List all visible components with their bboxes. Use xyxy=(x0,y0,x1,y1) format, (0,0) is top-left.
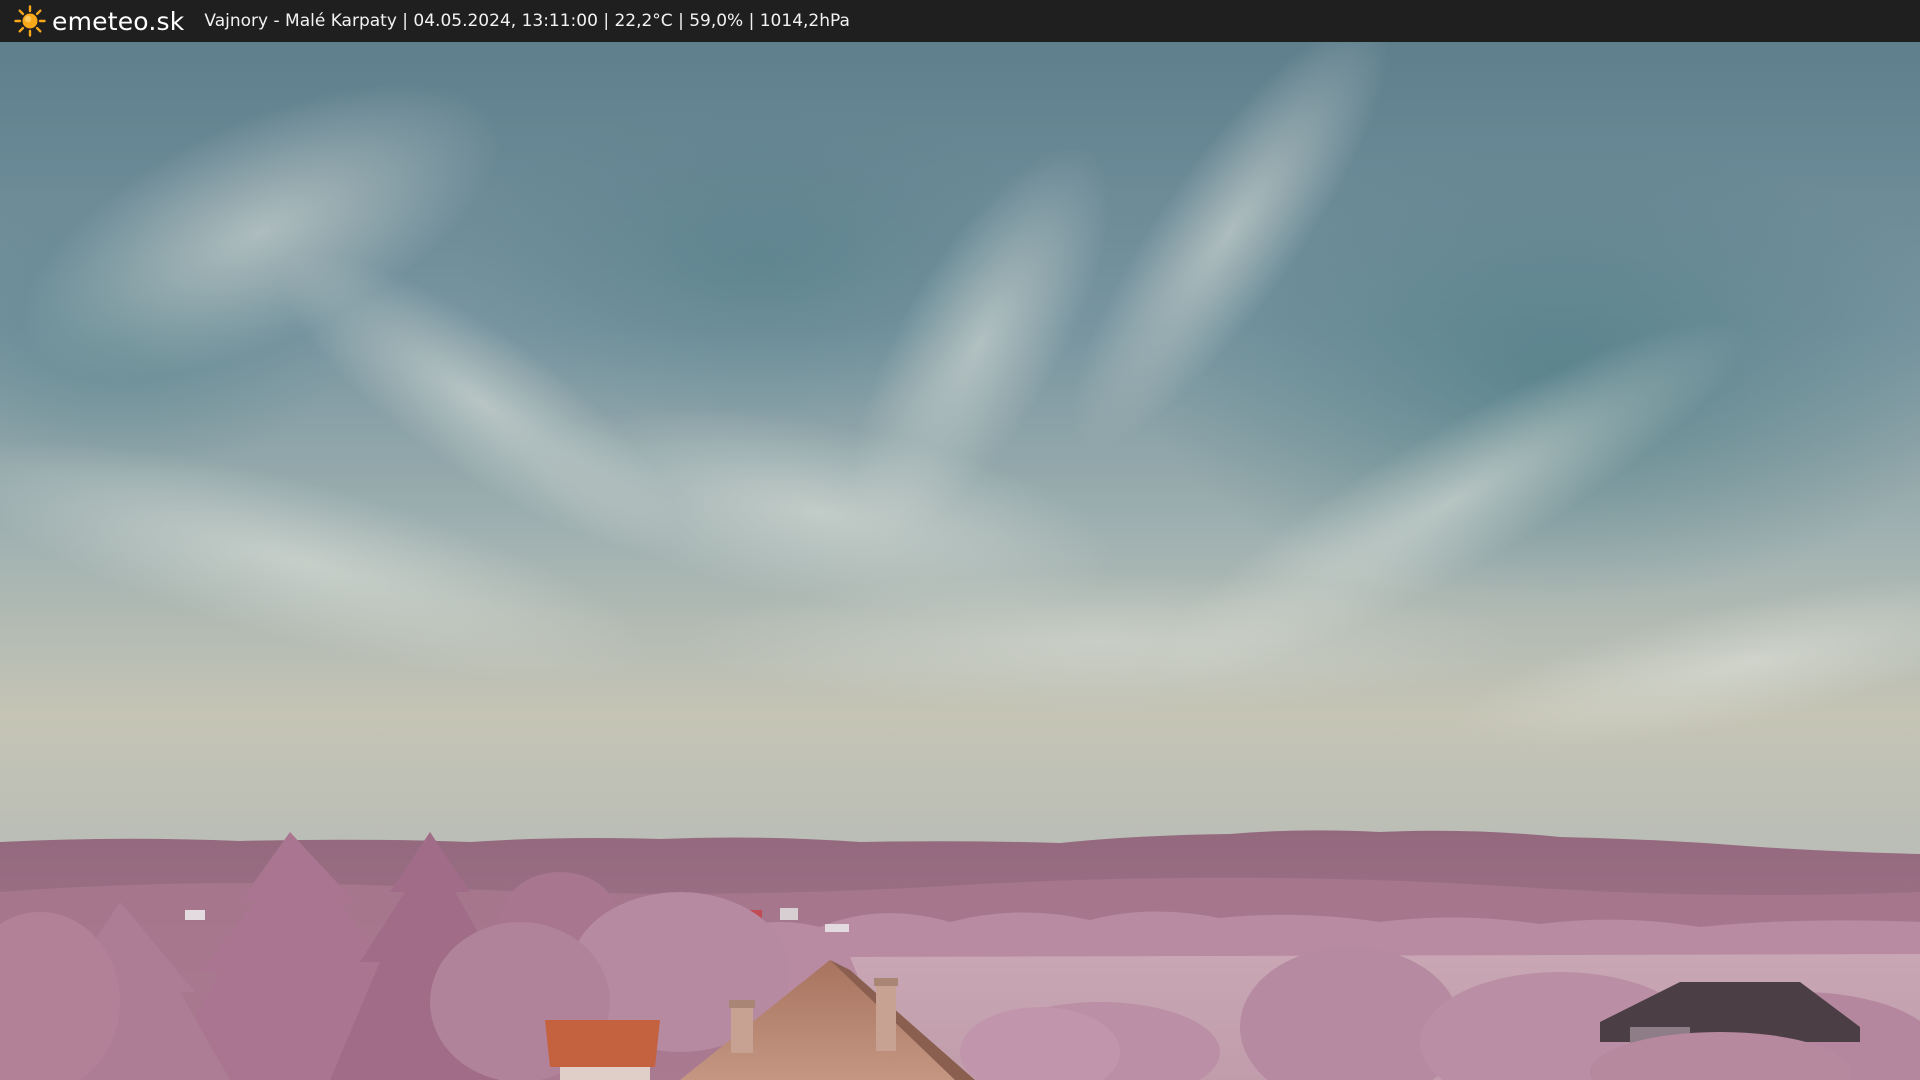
chimney xyxy=(729,1000,755,1008)
sun-icon xyxy=(14,5,46,37)
chimney xyxy=(874,978,898,986)
distant-house xyxy=(185,910,205,920)
webcam-caption: Vajnory - Malé Karpaty | 04.05.2024, 13:… xyxy=(204,11,850,31)
webcam-image xyxy=(0,42,1920,1080)
chimney xyxy=(731,1005,753,1053)
brand-name: emeteo.sk xyxy=(52,6,185,36)
cirrus-cloud xyxy=(680,572,1520,712)
house-roof-orange xyxy=(545,1020,660,1067)
house-wall-orange xyxy=(560,1067,650,1080)
caption-bar: emeteo.sk Vajnory - Malé Karpaty | 04.05… xyxy=(0,0,1920,42)
distant-house xyxy=(780,908,798,920)
chimney xyxy=(876,983,896,1051)
distant-house xyxy=(825,924,849,932)
webcam-frame: emeteo.sk Vajnory - Malé Karpaty | 04.05… xyxy=(0,0,1920,1080)
emeteo-logo[interactable]: emeteo.sk xyxy=(14,0,184,42)
